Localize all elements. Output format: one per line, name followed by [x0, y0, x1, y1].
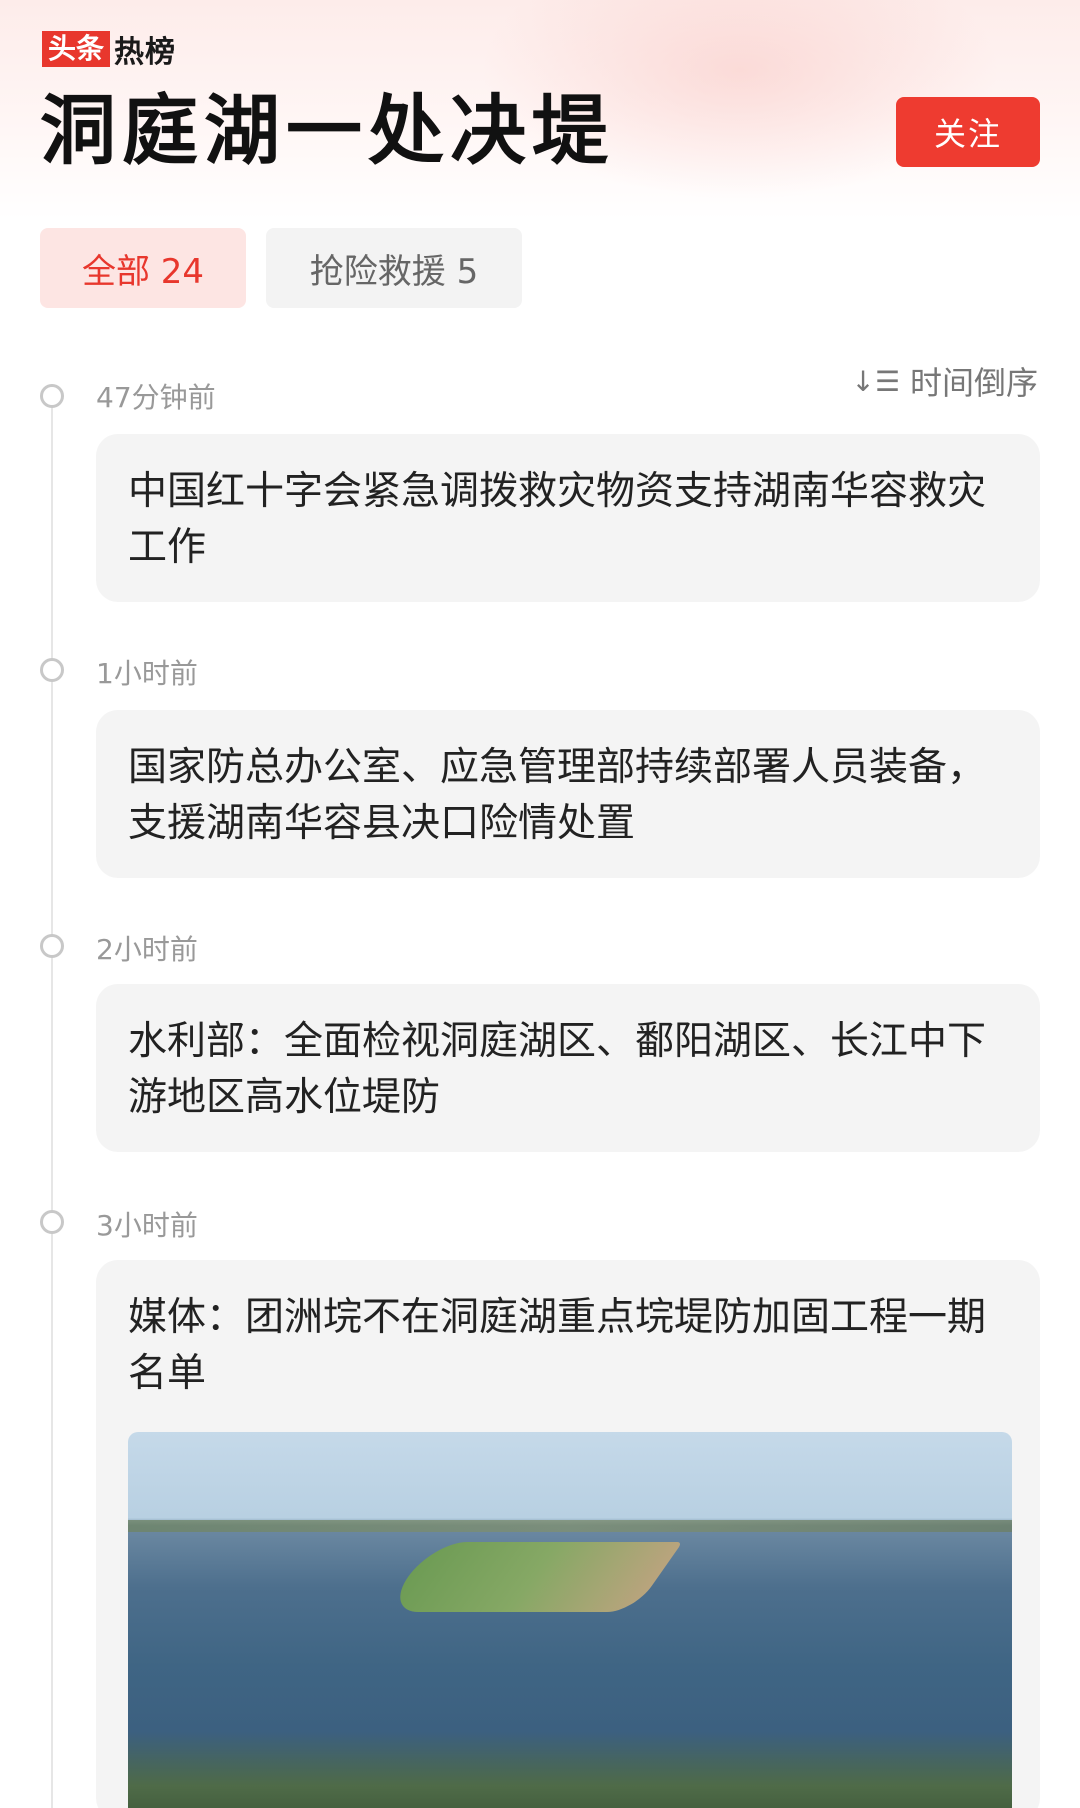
- brand-logo: 头条 热榜: [42, 30, 177, 70]
- sort-label: 时间倒序: [909, 364, 1038, 402]
- photo-dike: [383, 1542, 683, 1612]
- timeline-dot: [40, 1210, 64, 1234]
- timestamp: 47分钟前: [96, 381, 216, 414]
- timeline-line: [51, 396, 53, 1808]
- news-card[interactable]: 媒体：团洲垸不在洞庭湖重点垸堤防加固工程一期名单: [96, 1260, 1040, 1808]
- timeline-dot: [40, 658, 64, 682]
- photo-shore: [128, 1732, 1012, 1808]
- timeline-dot: [40, 934, 64, 958]
- tab-rescue[interactable]: 抢险救援 5: [266, 228, 522, 308]
- news-card[interactable]: 水利部：全面检视洞庭湖区、鄱阳湖区、长江中下游地区高水位堤防: [96, 984, 1040, 1152]
- timestamp: 2小时前: [96, 933, 198, 966]
- photo-horizon: [128, 1520, 1012, 1532]
- tab-bar: 全部 24 抢险救援 5: [40, 228, 522, 308]
- brand-text: 热榜: [114, 35, 177, 70]
- tab-all[interactable]: 全部 24: [40, 228, 246, 308]
- timeline-dot: [40, 384, 64, 408]
- news-card[interactable]: 中国红十字会紧急调拨救灾物资支持湖南华容救灾工作: [96, 434, 1040, 602]
- news-card-text: 媒体：团洲垸不在洞庭湖重点垸堤防加固工程一期名单: [128, 1295, 987, 1396]
- brand-box: 头条: [42, 31, 111, 67]
- sort-toggle[interactable]: ↓☰ 时间倒序: [851, 358, 1038, 404]
- follow-button[interactable]: 关注: [896, 97, 1040, 167]
- news-card[interactable]: 国家防总办公室、应急管理部持续部署人员装备，支援湖南华容县决口险情处置: [96, 710, 1040, 878]
- timestamp: 3小时前: [96, 1209, 198, 1242]
- page-title: 洞庭湖一处决堤: [40, 86, 614, 175]
- timestamp: 1小时前: [96, 657, 198, 690]
- sort-desc-icon: ↓☰: [851, 364, 900, 398]
- news-photo[interactable]: [128, 1432, 1012, 1808]
